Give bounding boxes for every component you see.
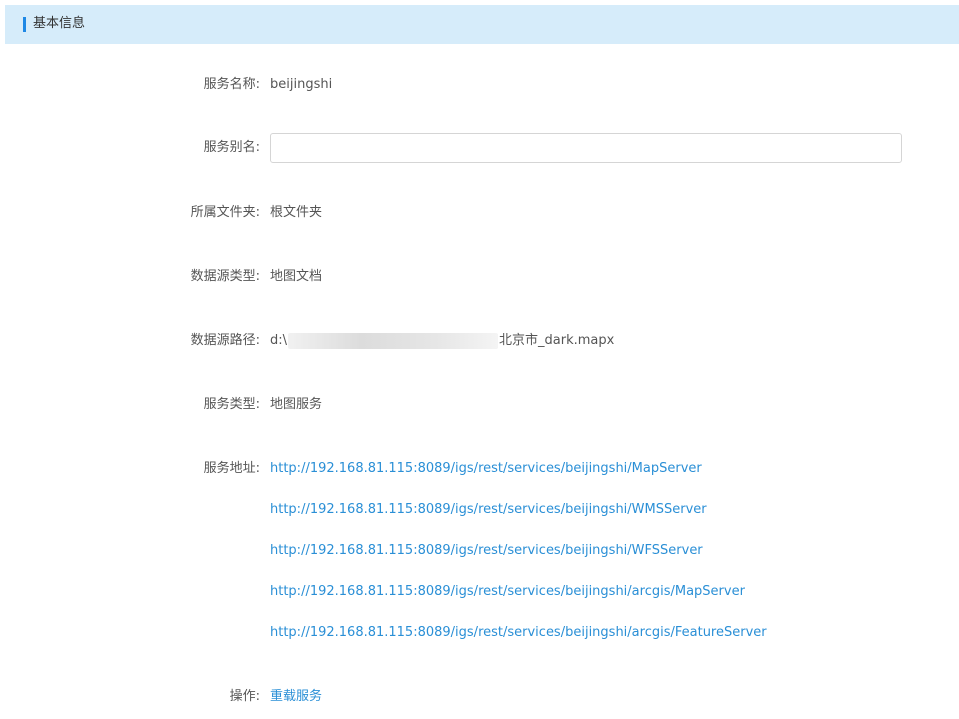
datasource-path-suffix: 北京市_dark.mapx <box>499 333 615 348</box>
datasource-type-row: 数据源类型: 地图文档 <box>0 267 959 287</box>
folder-label: 所属文件夹: <box>190 205 260 220</box>
operation-row: 操作: 重载服务 <box>0 687 959 707</box>
datasource-type-label: 数据源类型: <box>190 269 260 284</box>
service-url-mapserver[interactable]: http://192.168.81.115:8089/igs/rest/serv… <box>270 459 702 479</box>
service-name-row: 服务名称: beijingshi <box>0 75 959 95</box>
service-address-row: 服务地址: http://192.168.81.115:8089/igs/res… <box>0 459 959 479</box>
section-accent-bar <box>23 17 26 32</box>
service-type-label: 服务类型: <box>203 397 260 412</box>
operation-label: 操作: <box>229 689 260 704</box>
service-url-wfsserver[interactable]: http://192.168.81.115:8089/igs/rest/serv… <box>270 541 703 561</box>
service-url-wmsserver[interactable]: http://192.168.81.115:8089/igs/rest/serv… <box>270 500 707 520</box>
folder-value: 根文件夹 <box>270 205 323 220</box>
service-url-arcgis-featureserver[interactable]: http://192.168.81.115:8089/igs/rest/serv… <box>270 623 767 643</box>
service-url-row: http://192.168.81.115:8089/igs/rest/serv… <box>0 623 959 643</box>
service-alias-input[interactable] <box>270 133 902 163</box>
service-url-row: http://192.168.81.115:8089/igs/rest/serv… <box>0 582 959 602</box>
service-type-row: 服务类型: 地图服务 <box>0 395 959 415</box>
service-type-value: 地图服务 <box>270 397 323 412</box>
service-name-value: beijingshi <box>270 77 333 92</box>
service-name-label: 服务名称: <box>203 77 260 92</box>
reload-service-link[interactable]: 重载服务 <box>270 687 322 707</box>
datasource-path-row: 数据源路径: d:\ 北京市_dark.mapx <box>0 331 959 351</box>
datasource-path-prefix: d:\ <box>270 333 288 348</box>
service-url-row: http://192.168.81.115:8089/igs/rest/serv… <box>0 541 959 561</box>
datasource-path-label: 数据源路径: <box>190 333 260 348</box>
redacted-path-segment <box>288 332 499 349</box>
service-alias-label: 服务别名: <box>203 140 260 155</box>
folder-row: 所属文件夹: 根文件夹 <box>0 203 959 223</box>
section-header: 基本信息 <box>5 5 959 44</box>
service-url-row: http://192.168.81.115:8089/igs/rest/serv… <box>0 500 959 520</box>
datasource-type-value: 地图文档 <box>270 269 323 284</box>
datasource-path-value: d:\ 北京市_dark.mapx <box>270 331 614 351</box>
section-title: 基本信息 <box>33 16 86 31</box>
service-url-arcgis-mapserver[interactable]: http://192.168.81.115:8089/igs/rest/serv… <box>270 582 745 602</box>
service-address-label: 服务地址: <box>203 461 260 476</box>
